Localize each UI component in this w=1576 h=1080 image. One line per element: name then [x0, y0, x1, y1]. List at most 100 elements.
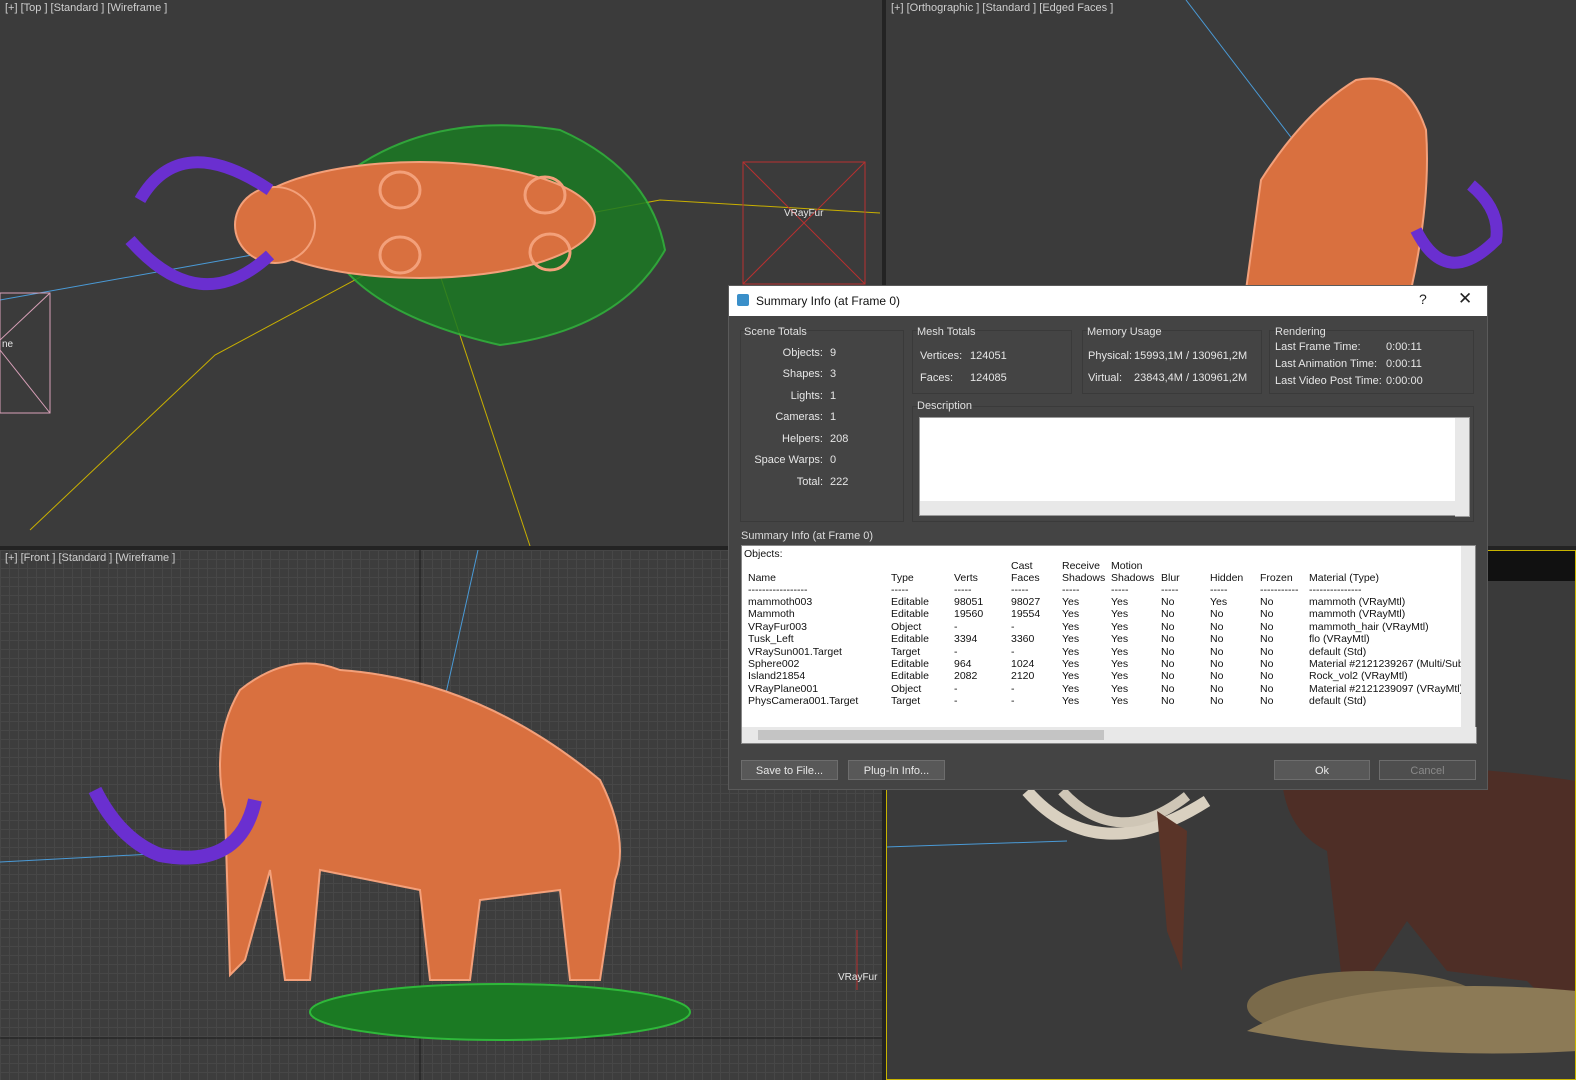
summary-row-name: VRayFur003: [748, 620, 807, 633]
viewport-label-front[interactable]: [+] [Front ] [Standard ] [Wireframe ]: [5, 552, 175, 564]
header-type: Type: [891, 572, 914, 584]
separator-frozen: -----------: [1260, 584, 1299, 596]
summary-row-cell: No: [1260, 633, 1274, 646]
summary-row-cell: No: [1260, 695, 1274, 708]
summary-row-cell: -: [1011, 695, 1015, 708]
vertices-label: Vertices:: [920, 350, 963, 362]
viewport-label-ortho[interactable]: [+] [Orthographic ] [Standard ] [Edged F…: [891, 2, 1113, 14]
virtual-value: 23843,4M / 130961,2M: [1134, 372, 1248, 384]
cancel-button[interactable]: Cancel: [1379, 760, 1476, 780]
summary-row-cell: mammoth (VRayMtl): [1309, 596, 1406, 608]
summary-row-cell: No: [1161, 645, 1175, 658]
summary-row-cell: mammoth (VRayMtl): [1309, 608, 1406, 621]
dialog-title: Summary Info (at Frame 0): [756, 294, 901, 308]
cameras-value: 1: [830, 411, 837, 423]
shapes-label: Shapes:: [782, 368, 823, 380]
summary-row-cell: 19554: [1011, 608, 1041, 621]
summary-row-cell: No: [1161, 658, 1175, 670]
summary-row-name: mammoth003: [748, 596, 813, 608]
summary-row-cell: Yes: [1111, 608, 1129, 621]
physical-value: 15993,1M / 130961,2M: [1134, 350, 1248, 362]
summary-row-cell: No: [1260, 596, 1274, 608]
summary-vscrollbar[interactable]: [1461, 545, 1476, 729]
summary-row-cell: 98051: [954, 596, 984, 608]
summary-row-cell: No: [1210, 633, 1224, 646]
summary-row-cell: No: [1260, 608, 1274, 621]
helpers-value: 208: [830, 433, 849, 445]
dialog-titlebar[interactable]: Summary Info (at Frame 0) ? ✕: [729, 286, 1487, 316]
summary-row-cell: Yes: [1111, 658, 1129, 670]
summary-row-cell: Yes: [1111, 620, 1129, 633]
separator-name: -----------------: [748, 584, 808, 596]
summary-row-cell: Yes: [1062, 633, 1080, 646]
separator-material: ---------------: [1309, 584, 1362, 596]
summary-row-cell: Object: [891, 620, 922, 633]
description-vscrollbar[interactable]: [1455, 417, 1470, 517]
close-icon[interactable]: ✕: [1458, 289, 1472, 309]
faces-label: Faces:: [920, 372, 954, 384]
vertices-value: 124051: [970, 350, 1007, 362]
summary-row-cell: -: [954, 695, 958, 708]
summary-row-cell: Yes: [1062, 670, 1080, 683]
header-frozen: Frozen: [1260, 572, 1293, 584]
separator-faces: -----: [1011, 584, 1029, 596]
summary-row-name: PhysCamera001.Target: [748, 695, 859, 708]
summary-info-dialog: Summary Info (at Frame 0) ? ✕ Scene Tota…: [728, 285, 1488, 790]
helpers-label: Helpers:: [782, 433, 823, 445]
summary-row-cell: Yes: [1111, 695, 1129, 708]
app-icon: [737, 294, 749, 306]
summary-row-cell: No: [1161, 596, 1175, 608]
space-warps-label: Space Warps:: [754, 454, 823, 466]
viewport-label-top[interactable]: [+] [Top ] [Standard ] [Wireframe ]: [5, 2, 167, 14]
summary-listing[interactable]: Objects: Cast Receive Motion Name Type V…: [741, 545, 1463, 729]
scene-totals-title: Scene Totals: [744, 326, 807, 338]
rendering-title: Rendering: [1275, 326, 1326, 338]
summary-row-cell: No: [1210, 620, 1224, 633]
shapes-value: 3: [830, 368, 837, 380]
summary-row-cell: Editable: [891, 633, 929, 646]
summary-row-cell: Editable: [891, 670, 929, 683]
summary-row-cell: No: [1210, 658, 1224, 670]
summary-row-cell: No: [1161, 670, 1175, 683]
description-title: Description: [917, 400, 973, 412]
summary-row-cell: No: [1210, 682, 1224, 695]
description-textarea[interactable]: [919, 417, 1457, 503]
separator-blur: -----: [1161, 584, 1179, 596]
summary-row-cell: Yes: [1111, 645, 1129, 658]
help-icon[interactable]: ?: [1419, 291, 1427, 307]
summary-row-cell: No: [1161, 695, 1175, 708]
summary-row-cell: -: [1011, 682, 1015, 695]
separator-hidden: -----: [1210, 584, 1228, 596]
summary-row-cell: No: [1210, 608, 1224, 621]
summary-row-cell: 98027: [1011, 596, 1041, 608]
summary-row-name: Sphere002: [748, 658, 800, 670]
ok-button[interactable]: Ok: [1274, 760, 1370, 780]
total-value: 222: [830, 476, 849, 488]
objects-value: 9: [830, 347, 837, 359]
summary-row-name: Tusk_Left: [748, 633, 794, 646]
plugin-info-button[interactable]: Plug-In Info...: [848, 760, 945, 780]
summary-row-cell: No: [1161, 633, 1175, 646]
summary-row-cell: No: [1260, 682, 1274, 695]
summary-row-cell: mammoth_hair (VRayMtl): [1309, 620, 1429, 633]
save-to-file-button[interactable]: Save to File...: [741, 760, 838, 780]
summary-row-cell: 3394: [954, 633, 978, 646]
summary-row-cell: -: [954, 645, 958, 658]
summary-row-cell: -: [954, 620, 958, 633]
header-top-cast: Cast: [1011, 560, 1033, 572]
summary-row-cell: 19560: [954, 608, 984, 621]
separator-motion: -----: [1111, 584, 1129, 596]
summary-row-cell: -: [1011, 645, 1015, 658]
summary-row-cell: Rock_vol2 (VRayMtl): [1309, 670, 1408, 683]
summary-hscrollbar[interactable]: [741, 727, 1477, 744]
summary-row-name: Island21854: [748, 670, 806, 683]
summary-hscroll-thumb[interactable]: [758, 730, 1104, 740]
header-name: Name: [748, 572, 777, 584]
summary-row-cell: 1024: [1011, 658, 1035, 670]
summary-row-cell: Yes: [1111, 670, 1129, 683]
summary-row-cell: Yes: [1062, 682, 1080, 695]
description-hscrollbar[interactable]: [919, 501, 1457, 516]
summary-row-cell: Yes: [1111, 633, 1129, 646]
memory-usage-title: Memory Usage: [1087, 326, 1162, 338]
header-top-motion: Motion: [1111, 560, 1143, 572]
